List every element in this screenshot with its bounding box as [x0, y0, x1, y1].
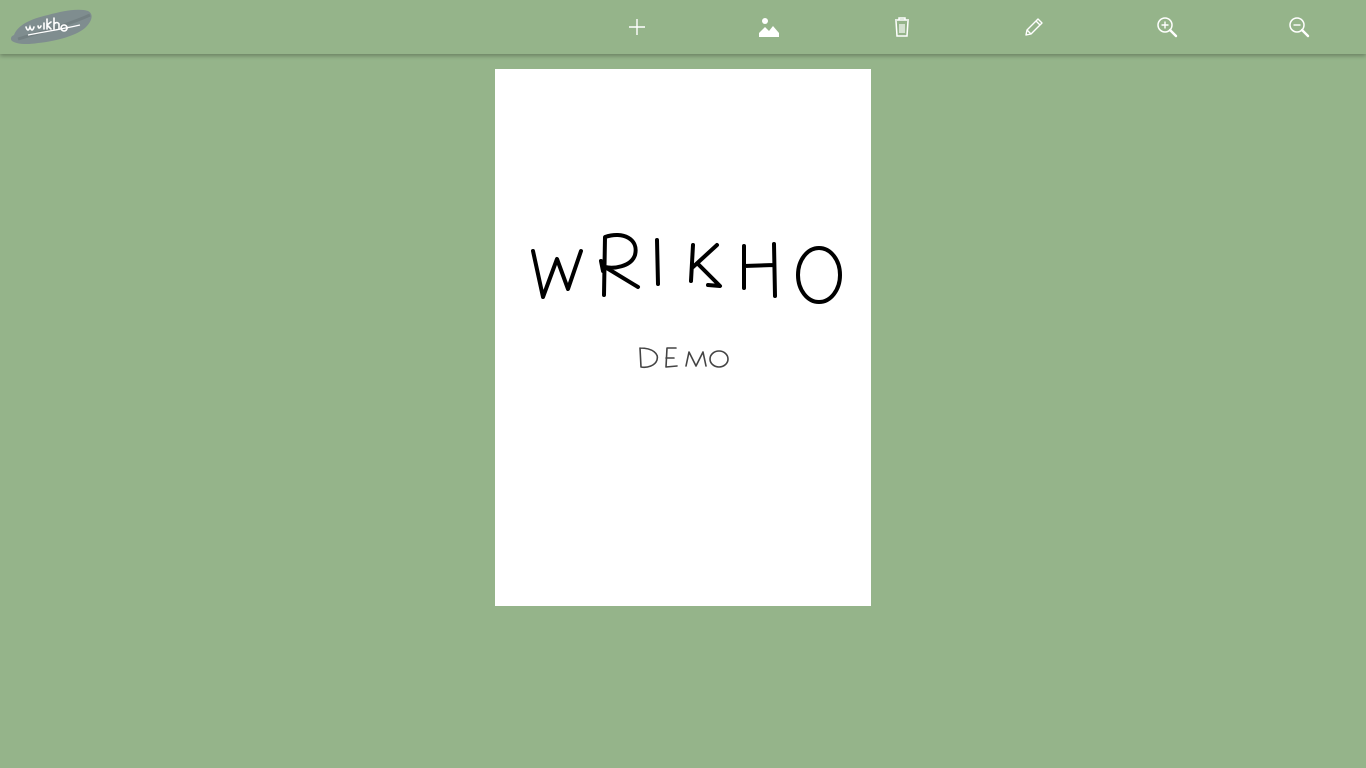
- trash-icon: [895, 17, 909, 37]
- zoom-in-button[interactable]: [1152, 12, 1182, 42]
- wrikho-logo[interactable]: [8, 5, 96, 49]
- top-toolbar: [0, 0, 1366, 54]
- handwritten-title: [531, 233, 842, 304]
- handwritten-subtitle: [639, 347, 729, 369]
- zoom-out-button[interactable]: [1284, 12, 1314, 42]
- plus-icon: [629, 19, 645, 35]
- handwriting-layer: [531, 233, 842, 369]
- delete-button[interactable]: [887, 12, 917, 42]
- zoom-out-icon: [1289, 17, 1310, 38]
- pencil-icon: [1025, 18, 1043, 36]
- add-page-button[interactable]: [622, 12, 652, 42]
- image-icon: [759, 18, 779, 37]
- insert-image-button[interactable]: [754, 12, 784, 42]
- drawing-canvas[interactable]: [495, 69, 871, 606]
- zoom-in-icon: [1157, 17, 1178, 38]
- pen-button[interactable]: [1019, 12, 1049, 42]
